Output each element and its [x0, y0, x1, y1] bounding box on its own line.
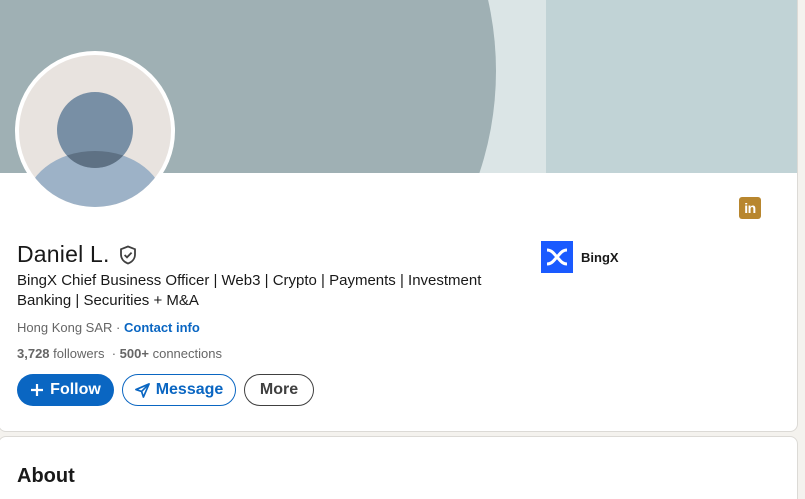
connections-label[interactable]: connections [153, 346, 222, 361]
separator-dot: · [116, 320, 121, 335]
profile-page: in Daniel L. BingX Chief Business Office… [0, 0, 805, 499]
connections-count[interactable]: 500+ [120, 346, 149, 361]
profile-headline: BingX Chief Business Officer | Web3 | Cr… [17, 272, 482, 309]
follow-label: Follow [50, 381, 101, 398]
location-text: Hong Kong SAR [17, 320, 113, 335]
message-label: Message [155, 381, 224, 398]
profile-actions: Follow Message More [17, 374, 314, 406]
linkedin-icon: in [739, 197, 761, 219]
profile-card: in Daniel L. BingX Chief Business Office… [0, 0, 798, 432]
about-section: About [0, 436, 798, 499]
followers-label: followers [53, 346, 105, 361]
message-button[interactable]: Message [122, 374, 236, 406]
verified-shield-icon[interactable] [118, 245, 138, 265]
avatar[interactable] [15, 51, 175, 211]
followers-count: 3,728 [17, 346, 50, 361]
send-icon [134, 382, 150, 398]
follow-button[interactable]: Follow [17, 374, 114, 406]
name-row: Daniel L. [17, 241, 138, 268]
bingx-logo-icon [541, 241, 573, 273]
plus-icon [30, 383, 44, 397]
more-button[interactable]: More [244, 374, 314, 406]
more-label: More [259, 381, 299, 398]
current-company[interactable]: BingX [541, 241, 619, 273]
stats-separator: · [111, 346, 117, 361]
stats-row: 3,728 followers · 500+ connections [17, 346, 222, 361]
company-name[interactable]: BingX [581, 250, 619, 265]
profile-name: Daniel L. [17, 241, 110, 267]
about-title: About [17, 465, 75, 487]
location-row: Hong Kong SAR · Contact info [17, 320, 200, 335]
contact-info-link[interactable]: Contact info [124, 320, 200, 335]
